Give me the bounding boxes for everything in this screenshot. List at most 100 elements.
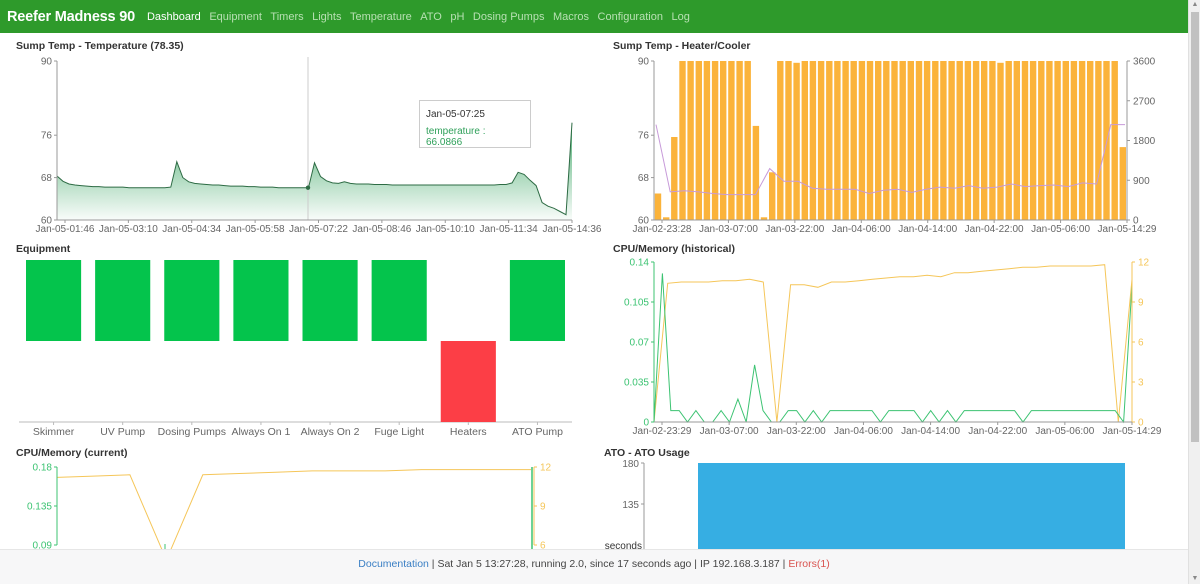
ato-tick-label: 135 [622,500,639,511]
heater-x-tick-label: Jan-05-06:00 [1031,224,1090,235]
heater-bar [891,61,898,220]
ato-tick-label: 180 [622,459,639,470]
cpu-hist-x-tick-label: Jan-05-14:29 [1103,426,1162,437]
heater-bar [1095,61,1102,220]
heater-y-right-tick-label: 2700 [1133,96,1156,107]
heater-bar [842,61,849,220]
heater-bar [1111,61,1118,220]
heater-y-right-tick-label: 900 [1133,176,1150,187]
cpu-hist-y-right-tick-label: 6 [1138,338,1144,349]
equipment-bar-fuge-light [371,260,427,341]
heater-bar [711,61,719,220]
heater-bar [826,61,833,220]
heater-bar [809,61,817,220]
page-scrollbar[interactable]: ▲ ▼ [1188,0,1200,584]
heater-bar [940,61,947,220]
heater-bar [1087,61,1094,220]
heater-bar [703,61,711,220]
equipment-bar-skimmer [26,260,82,341]
dashboard-charts: 60687690Jan-05-01:46 Jan-05-03:10 Jan-05-0… [19,57,1162,549]
heater-bar [972,61,980,220]
documentation-link[interactable]: Documentation [358,558,429,570]
cpu-hist-y-right-tick-label: 12 [1138,258,1150,269]
cpu-hist-x-tick-label: Jan-03-07:00 [700,426,759,437]
ato-y-axis-label: seconds [605,541,642,549]
equipment-label: Always On 1 [231,426,290,438]
cpu-hist-x-tick-label: Jan-05-06:00 [1035,426,1094,437]
temp-x-tick-label: Jan-05-01:46 [36,224,95,235]
cpu-memory-historical-chart: 00.0350.070.1050.14036912Jan-02-23:29 Jan… [624,258,1162,438]
heater-bar [695,61,702,220]
temp-x-tick-label: Jan-05-03:10 [99,224,158,235]
cpu-cur-y-right-tick-label: 12 [540,463,552,474]
cpu-hist-y-left-tick-label: 0.14 [630,258,650,269]
heater-bar [989,61,996,220]
equipment-bar-uv-pump [95,260,151,341]
heater-bar [1013,61,1020,220]
equipment-label: Heaters [450,426,487,438]
cpu-hist-x-tick-label: Jan-04-14:00 [901,426,960,437]
heater-bar [866,61,874,220]
footer-ip: IP 192.168.3.187 [699,558,780,570]
equipment-bar-always-on-2 [302,260,358,341]
cpu-memory-current-chart: 0.09 0.135 0.18 6 9 12 [27,463,552,549]
equipment-label: Dosing Pumps [158,426,226,438]
temp-x-tick-label: Jan-05-10:10 [416,224,475,235]
scrollbar-thumb[interactable] [1191,12,1199,442]
cpu-hist-y-right-tick-label: 3 [1138,378,1144,389]
heater-bar [1021,61,1029,220]
heater-bar [875,61,882,220]
scroll-down-icon[interactable]: ▼ [1189,574,1200,584]
heater-bar [744,61,751,220]
heater-y-right-tick-label: 1800 [1133,136,1156,147]
cpu-hist-x-tick-label: Jan-04-06:00 [834,426,893,437]
heater-bar [981,61,988,220]
cpu-hist-y-left-tick-label: 0.07 [630,338,650,349]
cpu-history-line [653,273,1133,424]
heater-y-right-tick-label: 3600 [1133,57,1156,68]
heater-bar [834,61,841,220]
errors-link[interactable]: Errors(1) [788,558,829,570]
temp-x-tick-label: Jan-05-08:46 [352,224,411,235]
heater-x-tick-label: Jan-03-07:00 [699,224,758,235]
heater-bar [1029,61,1037,220]
heater-bar [1119,147,1126,220]
heater-bar [1046,61,1053,220]
heater-bar [899,61,906,220]
equipment-bar-heaters [440,341,496,422]
cpu-cur-y-left-tick-label: 0.135 [27,502,52,513]
heater-x-tick-label: Jan-04-14:00 [898,224,957,235]
heater-cooler-chart: 606876900900180027003600Jan-02-23:28 Jan-… [633,57,1157,236]
heater-bar [801,61,808,220]
heater-bar [671,137,678,220]
equipment-chart: Skimmer UV Pump Dosing Pumps Always On 1 Alw… [19,260,572,438]
cpu-hist-y-left-tick-label: 0.035 [624,378,649,389]
heater-x-tick-label: Jan-04-22:00 [965,224,1024,235]
cpu-cur-y-left-tick-label: 0.18 [33,463,53,474]
cpu-hist-y-left-tick-label: 0.105 [624,298,649,309]
heater-bar [948,61,955,220]
scroll-up-icon[interactable]: ▲ [1189,0,1200,10]
memory-history-line [653,264,1133,423]
equipment-label: Fuge Light [374,426,424,438]
heater-y-left-tick-label: 76 [638,131,650,142]
equipment-label: Always On 2 [301,426,360,438]
equipment-label: Skimmer [33,426,75,438]
status-footer: Documentation | Sat Jan 5 13:27:28, runn… [0,549,1188,584]
heater-bar [777,61,784,220]
heater-bar [964,61,972,220]
heater-bar [850,61,857,220]
heater-bar [679,61,686,220]
equipment-label: ATO Pump [512,426,563,438]
heater-bar [793,62,800,220]
chart-tooltip: Jan-05-07:25 temperature : 66.0866 [419,100,531,148]
footer-separator: | [691,558,700,570]
ato-usage-chart: 180 135 seconds [605,459,1125,549]
tooltip-time: Jan-05-07:25 [426,109,485,120]
temp-x-tick-label: Jan-05-04:34 [162,224,221,235]
heater-x-tick-label: Jan-02-23:28 [633,224,692,235]
heater-x-tick-label: Jan-05-14:29 [1098,224,1157,235]
heater-bar [752,125,760,220]
tooltip-value: temperature : 66.0866 [426,126,486,148]
heater-y-left-tick-label: 68 [638,173,650,184]
